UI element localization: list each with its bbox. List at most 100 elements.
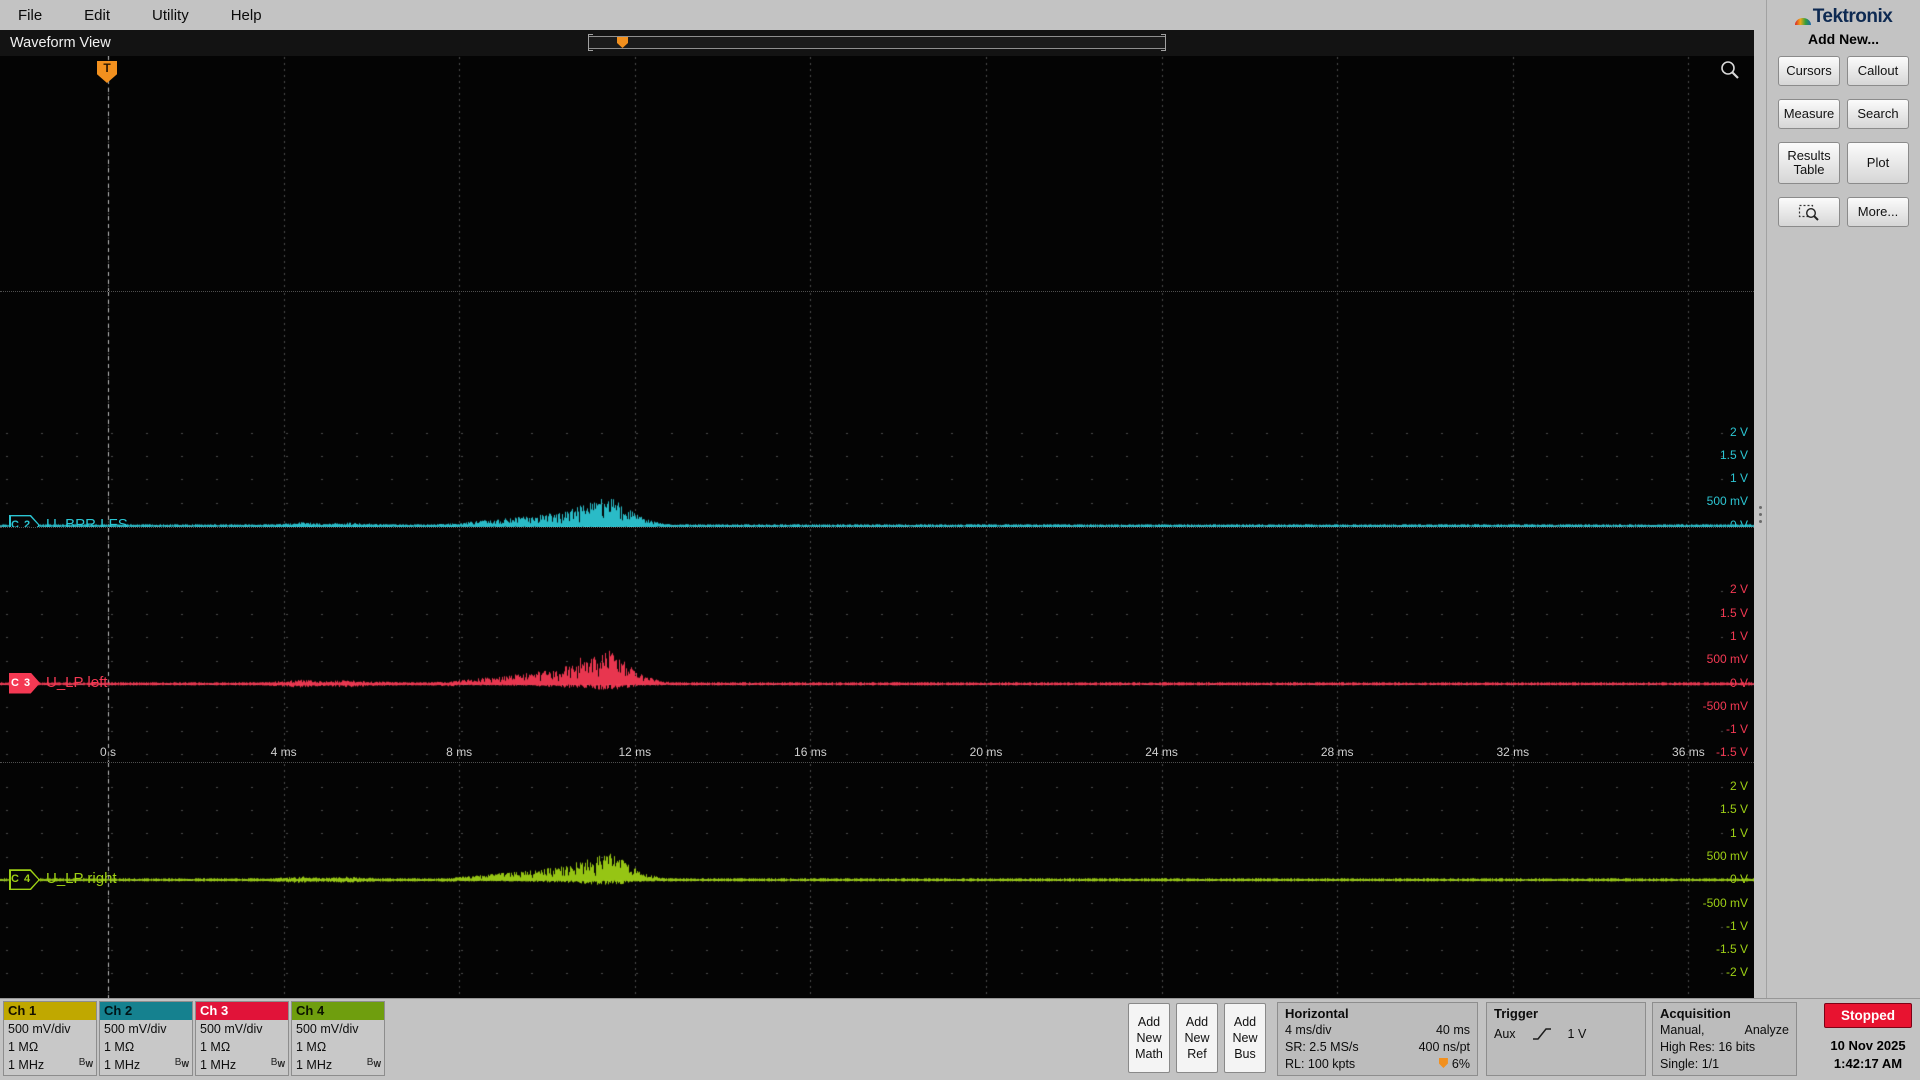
voltage-scale-label: -1 V [1725,722,1748,737]
acquisition-mode: Manual, [1660,1023,1705,1037]
add-new-bus-button[interactable]: Add New Bus [1224,1003,1266,1073]
plot-button[interactable]: Plot [1847,142,1909,184]
trigger-position-icon [1438,1058,1448,1068]
time-axis-label: 0 s [99,745,117,760]
channel-slice-c1: 1.5 V1 V500 mV0 V-500 mV-1 V-1.5 V-2 VC … [0,56,1754,291]
magnifier-icon[interactable] [1719,59,1741,81]
channel-settings-ch1[interactable]: Ch 1 500 mV/div 1 MΩ 1 MHz BW [3,1001,97,1076]
channel-scale: 500 mV/div [8,1022,71,1036]
menu-help[interactable]: Help [231,7,262,24]
horizontal-position-indicator[interactable] [588,34,1166,51]
bandwidth-limit-icon: BW [78,1057,93,1069]
time-axis-label: 20 ms [969,745,1003,760]
add-new-ref-button[interactable]: Add New Ref [1176,1003,1218,1073]
run-stop-button[interactable]: Stopped [1824,1003,1912,1028]
channel-footer-badge: Ch 4 [292,1002,384,1020]
add-new-buttons: Add New Math Add New Ref Add New Bus [1128,1003,1266,1073]
voltage-scale-label: 0 V [1729,872,1748,887]
trigger-source: Aux [1494,1027,1516,1041]
record-left-bracket [588,34,593,51]
menu-utility[interactable]: Utility [152,7,189,24]
results-table-button[interactable]: Results Table [1778,142,1840,184]
add-new-math-button[interactable]: Add New Math [1128,1003,1170,1073]
sample-interval: 400 ns/pt [1418,1040,1470,1054]
sample-rate: SR: 2.5 MS/s [1285,1040,1359,1054]
voltage-scale-label: 500 mV [1706,652,1748,667]
menu-bar: File Edit Utility Help [0,0,1766,30]
record-right-bracket [1161,34,1166,51]
callout-button[interactable]: Callout [1847,56,1909,86]
channel-settings-ch3[interactable]: Ch 3 500 mV/div 1 MΩ 1 MHz BW [195,1001,289,1076]
channel-footer-badge: Ch 3 [196,1002,288,1020]
voltage-scale-label: 2 V [1729,779,1748,794]
waveform-view: Waveform View 1.5 V 1 V 500 mV 0 V -500 mV -1… [0,30,1754,998]
acquisition-detail: High Res: 16 bits [1660,1040,1756,1054]
trigger-title: Trigger [1494,1006,1539,1021]
voltage-scale-label: -2 V [1725,965,1748,980]
bottom-bar: Ch 1 500 mV/div 1 MΩ 1 MHz BW Ch 2 500 mV/div 1… [0,998,1920,1080]
time-axis-label: 4 ms [270,745,297,760]
menu-file[interactable]: File [18,7,42,24]
logo-swoosh-icon [1794,18,1811,25]
voltage-scale-label: 0 V [1729,517,1748,527]
channel-settings-ch4[interactable]: Ch 4 500 mV/div 1 MΩ 1 MHz BW [291,1001,385,1076]
voltage-scale-label: 2 V [1729,424,1748,439]
channel-footer-badge: Ch 2 [100,1002,192,1020]
rising-edge-icon [1532,1028,1551,1040]
measure-button[interactable]: Measure [1778,99,1840,129]
waveform-canvas-c4[interactable] [0,763,1754,998]
waveform-view-header: Waveform View [0,30,1754,56]
channel-badge-c3[interactable]: C 3 [9,672,40,694]
waveform-slices: 1.5 V 1 V 500 mV 0 V -500 mV -1 V -1.5 V -2 V C … [0,56,1754,998]
menu-edit[interactable]: Edit [84,7,110,24]
acquisition-analyze: Analyze [1744,1023,1789,1037]
logo-text: Tektronix [1812,6,1893,27]
add-new-label: Add New... [1807,31,1880,47]
channel-settings-ch2[interactable]: Ch 2 500 mV/div 1 MΩ 1 MHz BW [99,1001,193,1076]
more-button[interactable]: More... [1847,197,1909,227]
channel-badge-c4[interactable]: C 4 [9,869,40,891]
bandwidth-limit-icon: BW [174,1057,189,1069]
search-button[interactable]: Search [1847,99,1909,129]
acquisition-panel[interactable]: Acquisition Manual, Analyze High Res: 16… [1652,1002,1797,1076]
channel-scale: 500 mV/div [296,1022,359,1036]
channel-bandwidth: 1 MHz BW [196,1056,288,1074]
acquisition-title: Acquisition [1660,1006,1731,1021]
voltage-scale-label: -1.5 V [1715,942,1748,957]
trigger-level: 1 V [1567,1027,1587,1041]
status-date: 10 Nov 2025 [1830,1038,1906,1053]
waveform-canvas-c1[interactable] [0,56,1754,291]
record-length: RL: 100 kpts [1285,1057,1356,1071]
time-axis-label: 8 ms [446,745,473,760]
waveform-canvas-c3[interactable] [0,527,1754,763]
time-axis-label: 16 ms [794,745,827,760]
panel-divider-handle[interactable] [1754,30,1766,998]
channel-slice-c4: 2 V 1.5 V 1 V 500 mV 0 V -500 mV -1 V -1.5 V -2 … [0,762,1754,998]
zoom-icon [1798,204,1819,221]
sidebar-button-grid: Cursors Callout Measure Search Results T… [1767,56,1920,227]
voltage-scale-label: 1 V [1729,628,1748,643]
channel-bandwidth: 1 MHz BW [292,1056,384,1074]
waveform-canvas-c2[interactable] [0,291,1754,527]
zoom-mode-button[interactable] [1778,197,1840,227]
acquisition-single: Single: 1/1 [1660,1057,1720,1071]
voltage-scale-label: -500 mV [1702,895,1748,910]
bandwidth-limit-icon: BW [270,1057,285,1069]
voltage-scale-label: 1 V [1729,825,1748,840]
channel-scale: 500 mV/div [104,1022,167,1036]
trigger-position-marker[interactable] [617,37,628,48]
time-axis-label: 28 ms [1320,745,1354,760]
trigger-panel[interactable]: Trigger Aux 1 V [1486,1002,1646,1076]
time-axis-label: 24 ms [1145,745,1178,760]
channel-slice-c2: 2 V1.5 V1 V500 mV0 V-500 mV-1 V-1.5 V-2 … [0,290,1754,527]
channel-badge-c2[interactable]: C 2 [9,514,40,527]
tektronix-logo: Tektronix [1767,0,1920,28]
status-block: Stopped 10 Nov 2025 1:42:17 AM [1822,1003,1914,1071]
voltage-scale-label: 1.5 V [1719,605,1748,620]
waveform-view-title: Waveform View [10,35,111,51]
cursors-button[interactable]: Cursors [1778,56,1840,86]
channel-bandwidth: 1 MHz BW [100,1056,192,1074]
right-sidebar: Tektronix Add New... Cursors Callout Mea… [1766,0,1920,998]
horizontal-panel[interactable]: Horizontal 4 ms/div 40 ms SR: 2.5 MS/s 4… [1277,1002,1478,1076]
channel-bandwidth: 1 MHz BW [4,1056,96,1074]
